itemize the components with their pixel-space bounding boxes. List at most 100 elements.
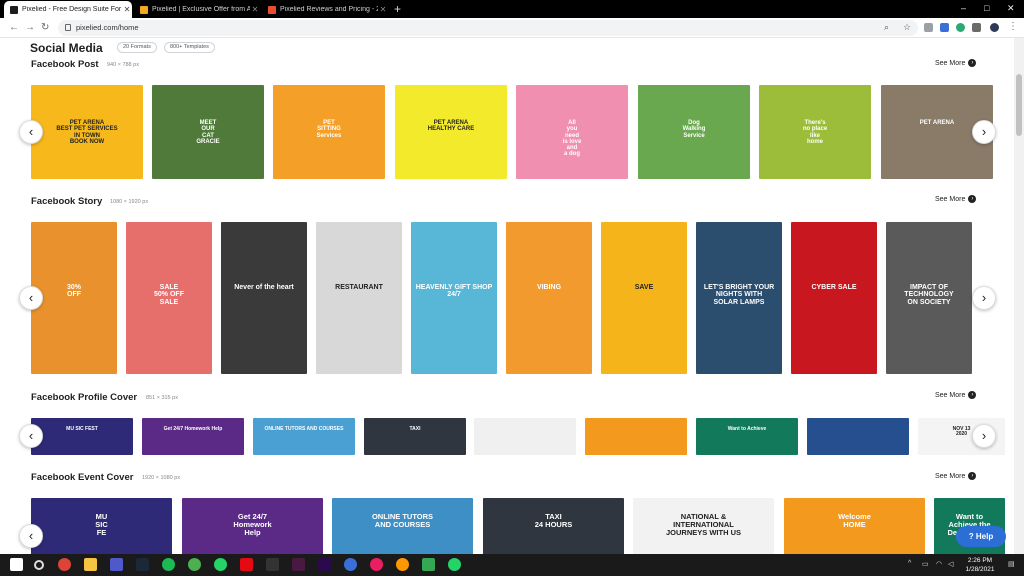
page-scrollbar[interactable] [1014, 38, 1024, 554]
template-card[interactable]: ONLINE TUTORS AND COURSES [253, 418, 355, 455]
app-icon[interactable] [292, 558, 305, 571]
carousel-prev-button[interactable]: ‹ [19, 120, 43, 144]
extensions-puzzle-icon[interactable] [972, 23, 981, 32]
help-button[interactable]: ? Help [956, 526, 1006, 547]
teams-icon[interactable] [110, 558, 123, 571]
premiere-pro-icon[interactable] [318, 558, 331, 571]
carousel-prev-button[interactable]: ‹ [19, 424, 43, 448]
template-card[interactable]: All you need is love and a dog [516, 85, 628, 179]
template-card[interactable]: SAVE [601, 222, 687, 374]
app-icon[interactable] [422, 558, 435, 571]
template-card[interactable]: TAXI [364, 418, 466, 455]
app-icon[interactable] [188, 558, 201, 571]
template-card[interactable]: SALE 50% OFF SALE [126, 222, 212, 374]
search-icon[interactable] [34, 560, 44, 570]
notifications-icon[interactable]: ▤ [1008, 560, 1015, 568]
template-card[interactable]: Never of the heart [221, 222, 307, 374]
template-card[interactable]: RESTAURANT [316, 222, 402, 374]
url-text[interactable]: pixelied.com/home [76, 23, 139, 32]
close-tab-icon[interactable]: ✕ [378, 5, 388, 14]
see-more-link[interactable]: See More › [935, 472, 977, 480]
template-card[interactable]: PET ARENA BEST PET SERVICES IN TOWN BOOK… [31, 85, 143, 179]
see-more-link[interactable]: See More › [935, 59, 977, 67]
template-card[interactable]: Get 24/7 Homework Help [182, 498, 323, 554]
template-card[interactable]: Get 24/7 Homework Help [142, 418, 244, 455]
back-icon[interactable]: ← [9, 22, 19, 34]
wifi-icon[interactable]: ◠ [936, 560, 942, 568]
address-bar[interactable]: pixelied.com/home ⌕ ☆ [58, 20, 918, 36]
template-card[interactable]: 30% OFF [31, 222, 117, 374]
whatsapp-icon[interactable] [214, 558, 227, 571]
file-explorer-icon[interactable] [84, 558, 97, 571]
bookmark-star-icon[interactable]: ☆ [903, 22, 911, 33]
template-card[interactable]: TAXI 24 HOURS [483, 498, 624, 554]
see-more-link[interactable]: See More › [935, 195, 977, 203]
extension-icon[interactable] [924, 23, 933, 32]
grammarly-extension-icon[interactable] [956, 23, 965, 32]
template-card[interactable]: IMPACT OF TECHNOLOGY ON SOCIETY [886, 222, 972, 374]
browser-tab-active[interactable]: Pixelied - Free Design Suite For M ✕ [4, 1, 132, 18]
clock[interactable]: 2:26 PM 1/28/2021 [958, 556, 1002, 574]
forward-icon[interactable]: → [25, 22, 35, 34]
scrollbar-thumb[interactable] [1016, 74, 1022, 136]
template-card[interactable]: ONLINE TUTORS AND COURSES [332, 498, 473, 554]
template-card[interactable] [807, 418, 909, 455]
whatsapp-icon[interactable] [448, 558, 461, 571]
netflix-icon[interactable] [240, 558, 253, 571]
tray-chevron-icon[interactable]: ^ [908, 560, 911, 567]
new-tab-button[interactable]: + [394, 2, 401, 16]
chrome-icon[interactable] [58, 558, 71, 571]
template-card[interactable]: Want to Achieve [696, 418, 798, 455]
template-card[interactable] [585, 418, 687, 455]
section-dimensions: 851 × 315 px [146, 395, 178, 401]
lock-icon [65, 24, 71, 31]
carousel-next-button[interactable]: › [972, 424, 996, 448]
template-card[interactable]: PET ARENA HEALTHY CARE [395, 85, 507, 179]
vpn-icon[interactable] [344, 558, 357, 571]
template-card[interactable]: CYBER SALE [791, 222, 877, 374]
template-card[interactable]: HEAVENLY GIFT SHOP 24/7 [411, 222, 497, 374]
network-icon[interactable]: ▭ [922, 560, 929, 568]
template-card-text: Welcome HOME [838, 512, 871, 529]
template-card[interactable]: MU SIC FEST [31, 418, 133, 455]
template-card[interactable]: There's no place like home [759, 85, 871, 179]
zoom-icon[interactable]: ⌕ [884, 22, 889, 33]
extension-icon[interactable] [940, 23, 949, 32]
template-card-text: Get 24/7 Homework Help [163, 425, 223, 432]
epic-games-icon[interactable] [266, 558, 279, 571]
template-card-text: There's no place like home [802, 120, 828, 145]
music-app-icon[interactable] [370, 558, 383, 571]
see-more-link[interactable]: See More › [935, 391, 977, 399]
carousel-prev-button[interactable]: ‹ [19, 286, 43, 310]
template-card[interactable]: NATIONAL & INTERNATIONAL JOURNEYS WITH U… [633, 498, 774, 554]
template-card[interactable]: Welcome HOME [784, 498, 925, 554]
browser-tab[interactable]: Pixelied Reviews and Pricing - 20 ✕ [262, 1, 388, 18]
carousel-next-button[interactable]: › [972, 286, 996, 310]
template-card[interactable]: LET'S BRIGHT YOUR NIGHTS WITH SOLAR LAMP… [696, 222, 782, 374]
profile-avatar[interactable] [990, 23, 999, 32]
carousel-next-button[interactable]: › [972, 120, 996, 144]
arrow-right-icon: › [968, 195, 977, 203]
windows-start-icon[interactable] [10, 558, 23, 571]
template-card[interactable]: PET SITTING Services [273, 85, 385, 179]
template-card[interactable] [474, 418, 576, 455]
volume-icon[interactable]: ◁ [948, 560, 953, 568]
close-tab-icon[interactable]: ✕ [250, 5, 260, 14]
section-title: Facebook Story [31, 196, 103, 207]
maximize-button[interactable]: □ [984, 3, 989, 13]
template-card[interactable]: VIBING [506, 222, 592, 374]
section-dimensions: 1080 × 1920 px [110, 199, 149, 205]
carousel-prev-button[interactable]: ‹ [19, 524, 43, 548]
template-card[interactable]: MU SIC FE [31, 498, 172, 554]
app-icon[interactable] [396, 558, 409, 571]
minimize-button[interactable]: – [961, 3, 966, 13]
steam-icon[interactable] [136, 558, 149, 571]
reload-icon[interactable]: ↻ [41, 22, 49, 34]
spotify-icon[interactable] [162, 558, 175, 571]
template-card[interactable]: Dog Walking Service [638, 85, 750, 179]
close-tab-icon[interactable]: ✕ [122, 5, 132, 14]
browser-menu-icon[interactable]: ⋮ [1008, 21, 1018, 33]
template-card[interactable]: MEET OUR CAT GRACIE [152, 85, 264, 179]
close-window-button[interactable]: ✕ [1007, 3, 1015, 14]
browser-tab[interactable]: Pixelied | Exclusive Offer from Ap ✕ [134, 1, 260, 18]
